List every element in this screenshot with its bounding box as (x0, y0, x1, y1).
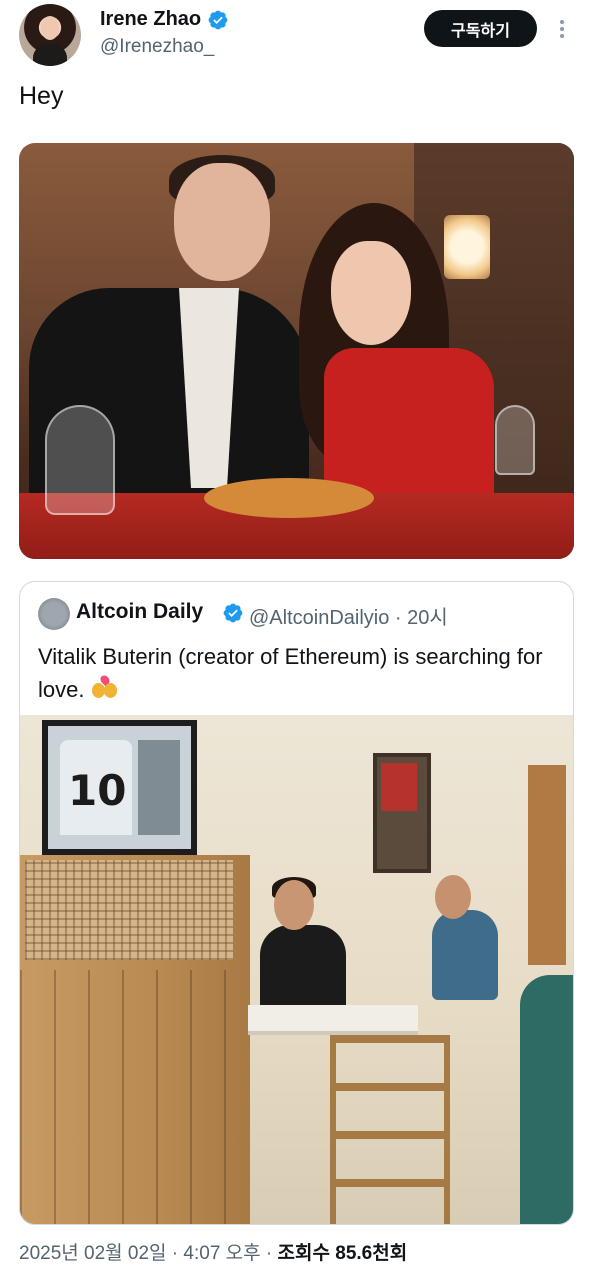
photo-dining-table (248, 1005, 418, 1035)
author-name-row: Irene Zhao (100, 8, 229, 31)
photo-lattice (25, 860, 233, 960)
views-count: 85.6천회 (335, 1243, 408, 1264)
quote-text: Vitalik Buterin (creator of Ethereum) is… (38, 640, 563, 706)
photo-plate (204, 478, 374, 518)
author-display-name[interactable]: Irene Zhao (100, 8, 201, 31)
photo-jersey-frame: 10 (42, 720, 197, 855)
more-icon[interactable] (552, 18, 572, 40)
quote-avatar[interactable] (38, 598, 70, 630)
quote-display-name[interactable]: Altcoin Daily (76, 600, 203, 624)
tweet-image[interactable] (19, 143, 574, 559)
photo-person-foreground (520, 975, 573, 1224)
quote-handle-time[interactable]: @AltcoinDailyio · 20시 (249, 601, 448, 630)
tweet-meta: 2025년 02월 02일 · 4:07 오후 · 조회수 85.6천회 (19, 1238, 407, 1265)
photo-person-seated (260, 925, 346, 1015)
photo-person-back-head (435, 875, 471, 919)
photo-shelf (330, 1035, 450, 1224)
photo-wood-partition (20, 855, 250, 1224)
more-dot (560, 34, 564, 38)
author-handle[interactable]: @Irenezhao_ (100, 36, 214, 58)
photo-woman-face (331, 241, 411, 345)
photo-woman-dress (324, 348, 494, 498)
quoted-tweet-card[interactable]: Altcoin Daily @AltcoinDailyio · 20시 Vita… (19, 581, 574, 1225)
avatar-face (41, 16, 59, 40)
subscribe-button[interactable]: 구독하기 (424, 10, 537, 47)
tweet-timestamp[interactable]: 2025년 02월 02일 · 4:07 오후 · (19, 1243, 278, 1264)
photo-person-head (274, 880, 314, 930)
views-label: 조회수 (277, 1243, 336, 1264)
kiss-emoji-icon (90, 673, 120, 701)
photo-poster (373, 753, 431, 873)
photo-door (528, 765, 566, 965)
tweet-text: Hey (19, 82, 64, 110)
verified-badge-icon (208, 10, 228, 29)
more-dot (560, 27, 564, 31)
photo-glass-left (45, 405, 115, 515)
author-avatar[interactable] (19, 4, 81, 66)
verified-badge-icon (223, 603, 243, 623)
photo-man-head (174, 163, 270, 281)
quote-image[interactable]: 10 (20, 715, 573, 1224)
photo-person-back (432, 910, 498, 1000)
photo-lamp (444, 215, 490, 279)
photo-jersey-number: 10 (68, 766, 127, 815)
photo-frame-picture (138, 740, 180, 835)
more-dot (560, 20, 564, 24)
avatar-body (33, 44, 67, 66)
photo-slats (20, 970, 250, 1224)
photo-glass-right (495, 405, 535, 475)
